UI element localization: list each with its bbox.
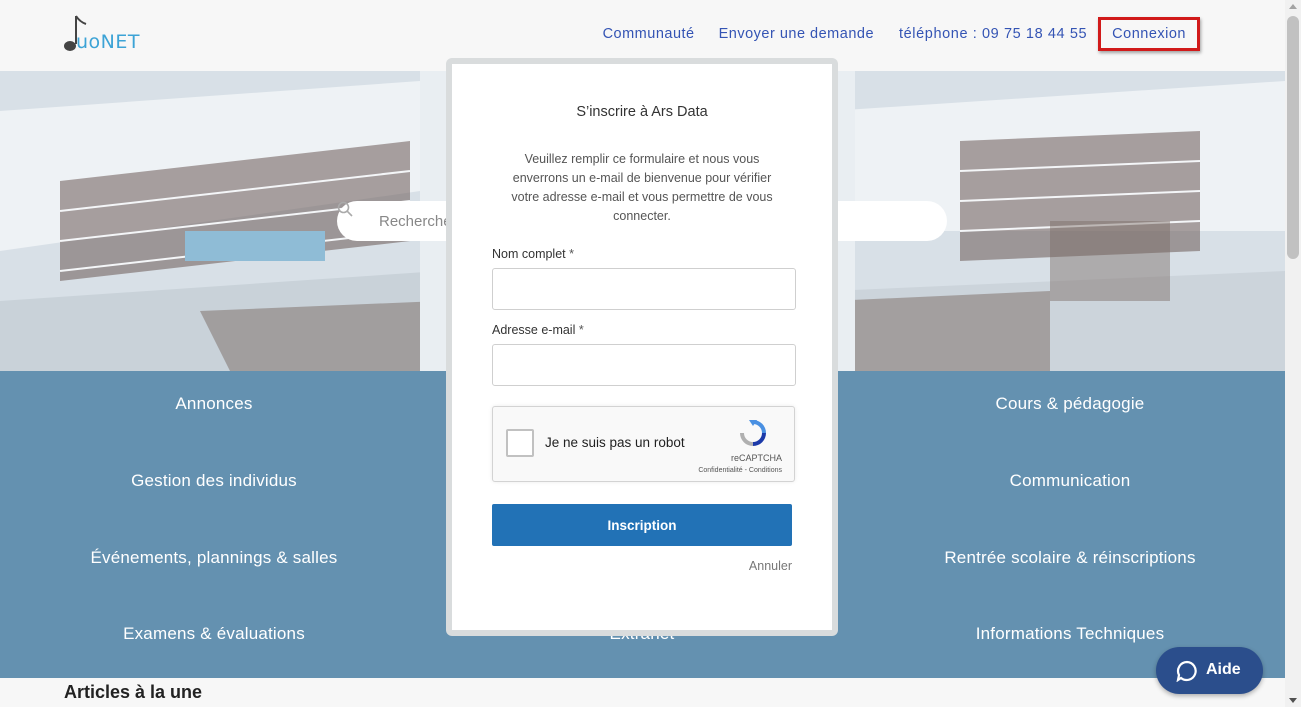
name-label-text: Nom complet xyxy=(492,247,566,261)
required-mark: * xyxy=(569,247,574,261)
page-scrollbar[interactable] xyxy=(1285,0,1301,707)
help-button[interactable]: Aide xyxy=(1156,647,1263,694)
scroll-thumb[interactable] xyxy=(1287,16,1299,259)
top-nav: Communauté Envoyer une demande téléphone… xyxy=(579,17,1200,51)
modal-description: Veuillez remplir ce formulaire et nous v… xyxy=(511,152,773,223)
nav-community-link[interactable]: Communauté xyxy=(603,26,695,42)
category-exams[interactable]: Examens & évaluations xyxy=(4,624,424,644)
category-enrollment[interactable]: Rentrée scolaire & réinscriptions xyxy=(860,548,1280,568)
nav-request-link[interactable]: Envoyer une demande xyxy=(719,26,874,42)
category-communication[interactable]: Communication xyxy=(860,471,1280,491)
signup-modal: S’inscrire à Ars Data Veuillez remplir c… xyxy=(452,64,832,630)
signup-submit-button[interactable]: Inscription xyxy=(492,504,792,546)
modal-title: S’inscrire à Ars Data xyxy=(576,104,708,120)
email-field-label: Adresse e-mail * xyxy=(492,323,584,337)
page: uoNET Communauté Envoyer une demande tél… xyxy=(0,0,1301,707)
recaptcha-widget: Je ne suis pas un robot reCAPTCHA Confid… xyxy=(492,406,795,482)
name-input[interactable] xyxy=(492,268,796,310)
scroll-up-icon[interactable] xyxy=(1289,4,1297,9)
nav-phone: téléphone : 09 75 18 44 55 xyxy=(899,26,1088,42)
chat-bubble-icon xyxy=(1176,660,1197,682)
scroll-down-icon[interactable] xyxy=(1289,698,1297,703)
logo-text[interactable]: uoNET xyxy=(76,31,140,53)
category-courses[interactable]: Cours & pédagogie xyxy=(860,394,1280,414)
name-field-label: Nom complet * xyxy=(492,247,574,261)
cancel-link[interactable]: Annuler xyxy=(749,559,792,573)
recaptcha-brand: reCAPTCHA xyxy=(730,453,782,463)
recaptcha-checkbox[interactable] xyxy=(506,429,534,457)
login-link[interactable]: Connexion xyxy=(1098,17,1200,51)
recaptcha-label: Je ne suis pas un robot xyxy=(545,435,685,450)
help-label: Aide xyxy=(1206,661,1241,678)
articles-title: Articles à la une xyxy=(64,682,203,702)
category-announcements[interactable]: Annonces xyxy=(4,394,424,414)
category-individuals[interactable]: Gestion des individus xyxy=(4,471,424,491)
recaptcha-links[interactable]: Confidentialité - Conditions xyxy=(698,467,782,474)
email-input[interactable] xyxy=(492,344,796,386)
required-mark: * xyxy=(578,323,584,337)
category-events[interactable]: Événements, plannings & salles xyxy=(4,548,424,568)
category-technical[interactable]: Informations Techniques xyxy=(860,624,1280,644)
email-label-text: Adresse e-mail xyxy=(492,323,576,337)
search-icon xyxy=(337,201,353,217)
recaptcha-icon xyxy=(740,420,766,446)
